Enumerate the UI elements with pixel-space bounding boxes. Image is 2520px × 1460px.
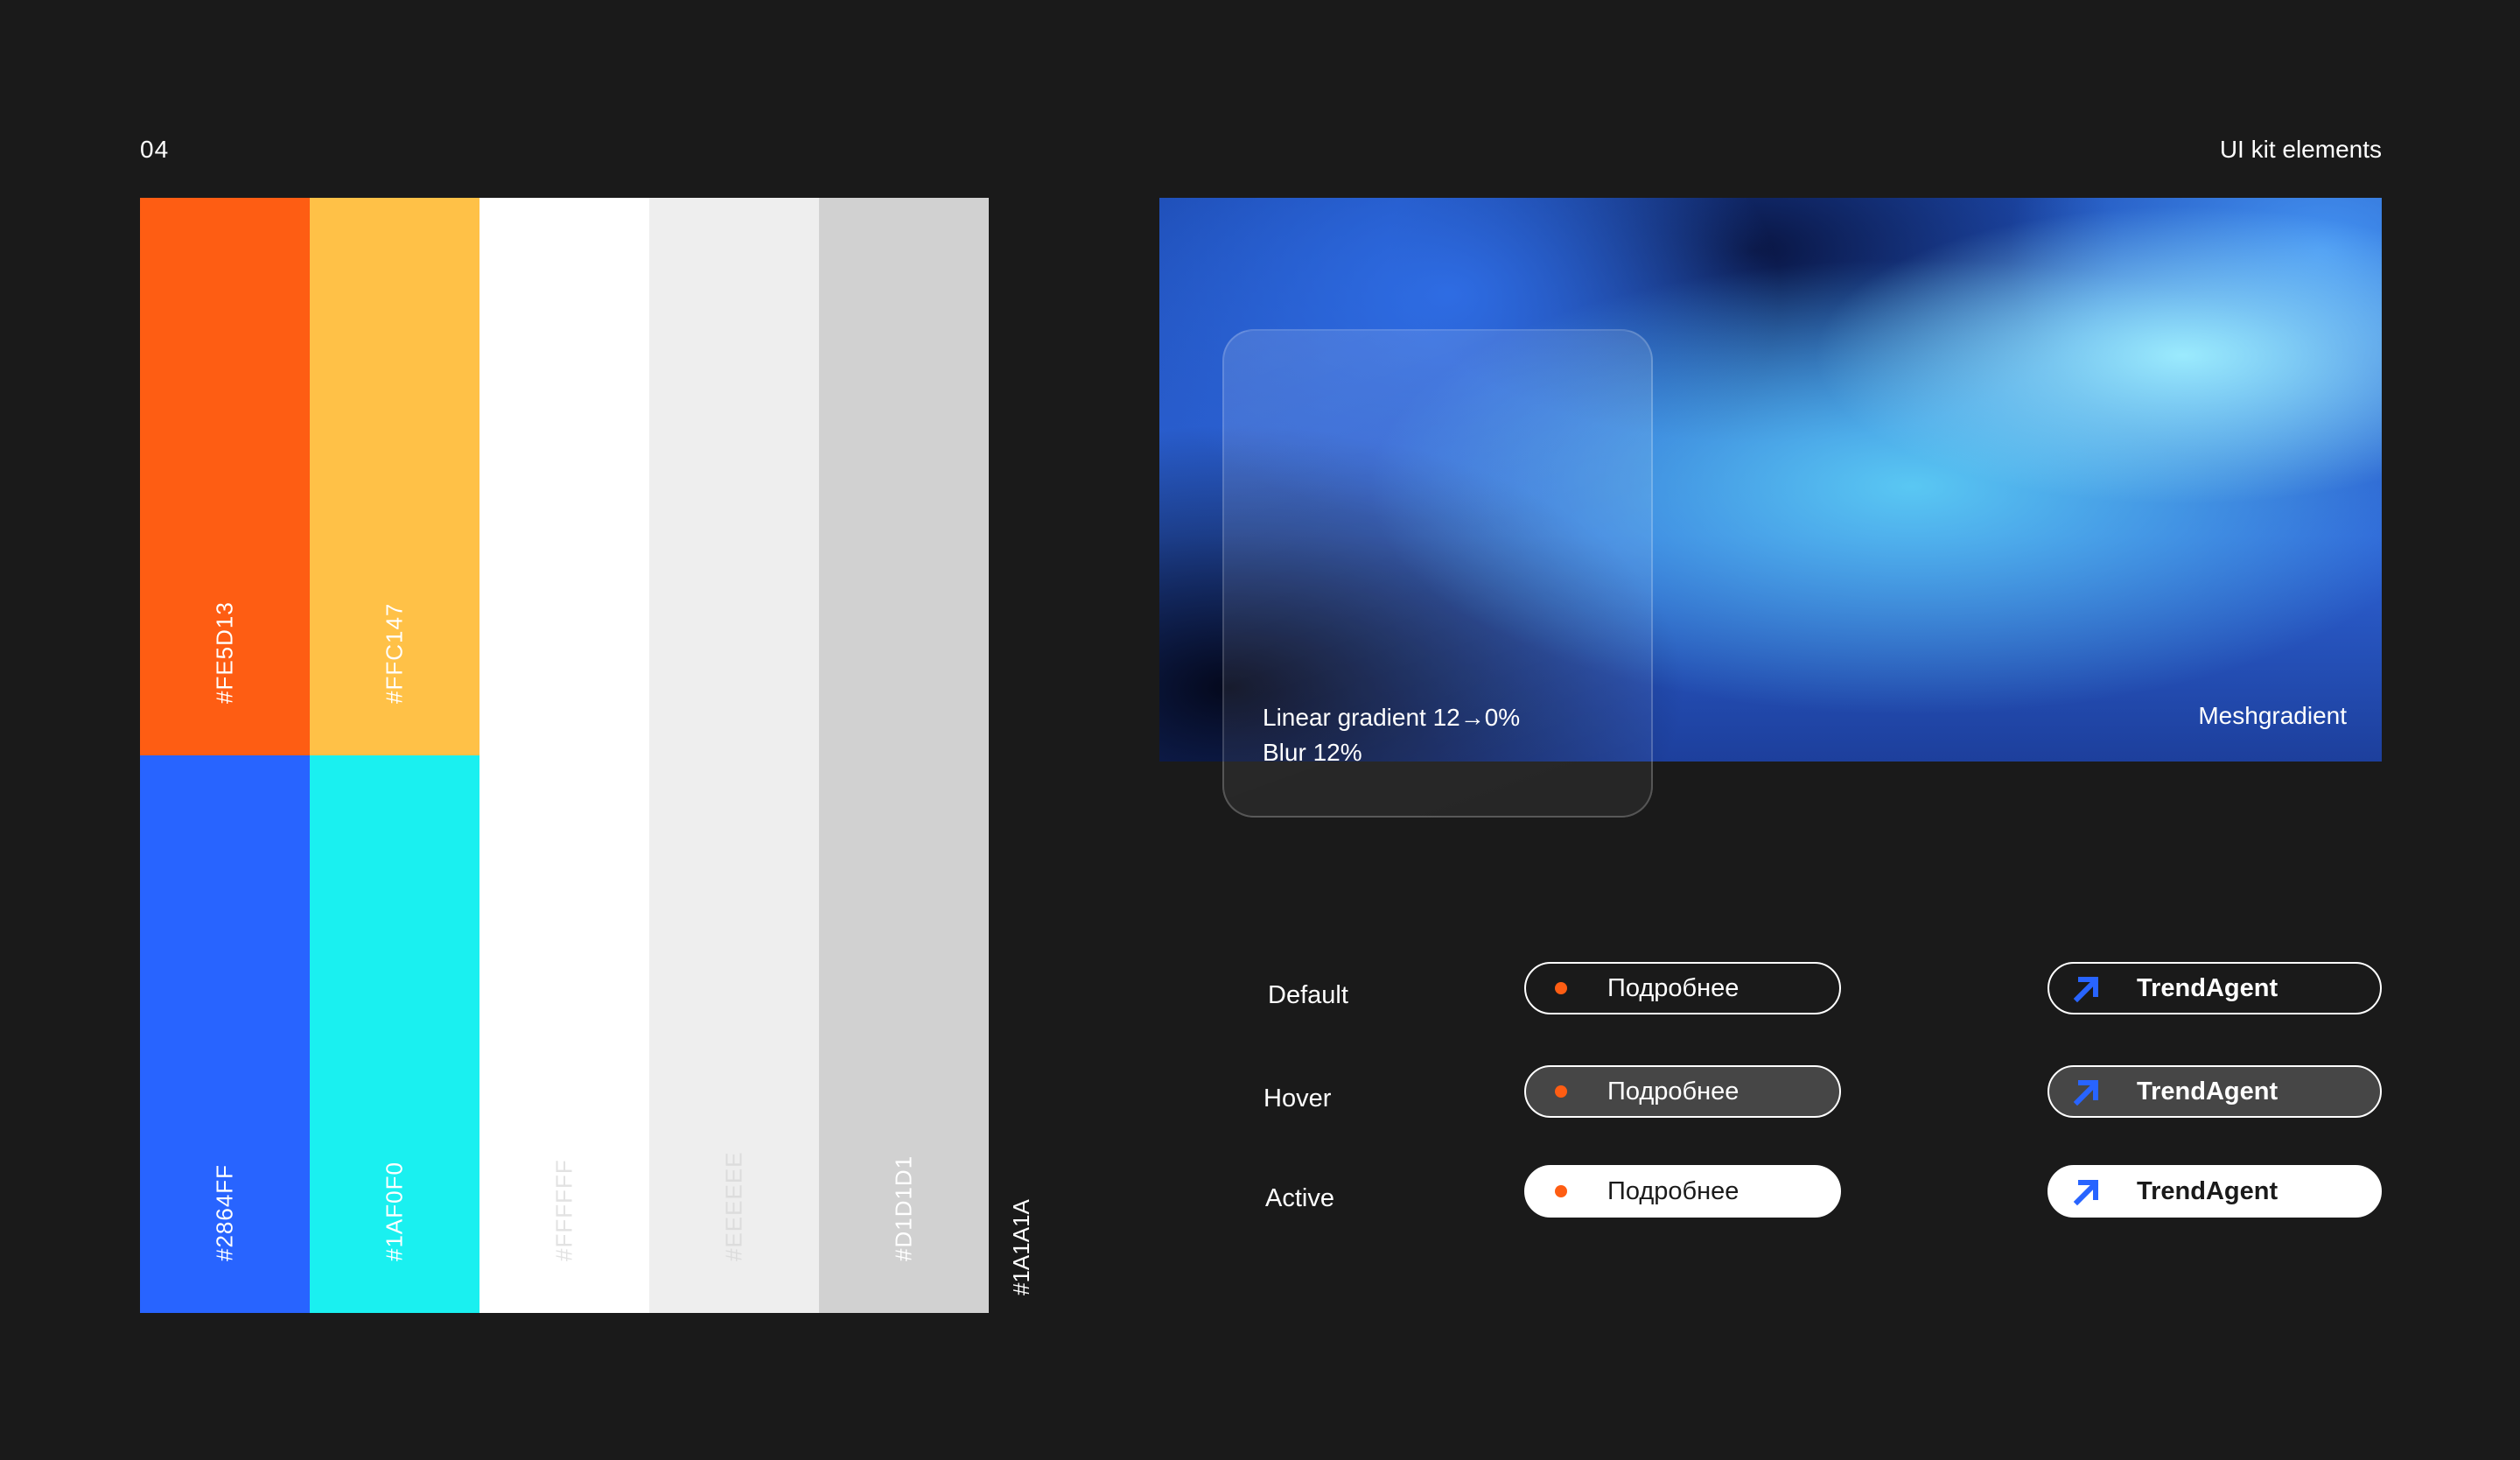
swatch-label: #EEEEEE (720, 1151, 747, 1261)
more-button-label: Подробнее (1607, 973, 1740, 1002)
arrow-up-right-icon (2073, 1180, 2099, 1206)
swatch-yellow: #FFC147 (310, 198, 480, 755)
more-button-default[interactable]: Подробнее (1524, 962, 1841, 1014)
color-palette: #FE5D13 #FFC147 #2864FF #1AF0F0 #FFFFFF … (140, 198, 989, 1313)
glass-blur-label: Blur 12% (1263, 739, 1362, 766)
arrow-up-right-icon (2073, 1080, 2099, 1106)
swatch-label-dark: #1A1A1A (1008, 1199, 1034, 1295)
page-number: 04 (140, 136, 170, 163)
glass-card-text: Linear gradient 12→0% Blur 12% (1263, 700, 1520, 770)
state-label-default: Default (1268, 981, 1348, 1009)
dot-icon (1555, 1085, 1567, 1098)
more-button-label: Подробнее (1607, 1077, 1740, 1106)
swatch-label: #FFFFFF (550, 1159, 578, 1261)
swatch-orange: #FE5D13 (140, 198, 310, 755)
brand-button-label: TrendAgent (2137, 1077, 2278, 1106)
arrow-up-right-icon (2073, 977, 2099, 1003)
swatch-label: #D1D1D1 (890, 1155, 917, 1261)
more-button-label: Подробнее (1607, 1176, 1740, 1205)
swatch-cyan: #1AF0F0 (310, 755, 480, 1313)
brand-button-default[interactable]: TrendAgent (2048, 962, 2382, 1014)
brand-button-label: TrendAgent (2137, 973, 2278, 1002)
glass-gradient-label: Linear gradient 12→0% (1263, 704, 1521, 731)
swatch-label: #FE5D13 (211, 601, 238, 704)
dot-icon (1555, 1185, 1567, 1197)
state-label-active: Active (1265, 1184, 1334, 1212)
dot-icon (1555, 982, 1567, 994)
swatch-gray: #D1D1D1 (819, 198, 989, 1313)
more-button-hover[interactable]: Подробнее (1524, 1065, 1841, 1118)
swatch-white: #FFFFFF (480, 198, 649, 1313)
mesh-gradient-label: Meshgradient (2198, 702, 2347, 729)
swatch-light-gray: #EEEEEE (649, 198, 819, 1313)
swatch-label: #1AF0F0 (381, 1162, 408, 1261)
state-label-hover: Hover (1264, 1084, 1332, 1113)
swatch-blue: #2864FF (140, 755, 310, 1313)
brand-button-active[interactable]: TrendAgent (2048, 1165, 2382, 1218)
page-title: UI kit elements (2219, 136, 2382, 163)
brand-button-hover[interactable]: TrendAgent (2048, 1065, 2382, 1118)
more-button-active[interactable]: Подробнее (1524, 1165, 1841, 1218)
swatch-label: #2864FF (211, 1163, 238, 1261)
brand-button-label: TrendAgent (2137, 1176, 2278, 1205)
swatch-label: #FFC147 (381, 602, 408, 704)
